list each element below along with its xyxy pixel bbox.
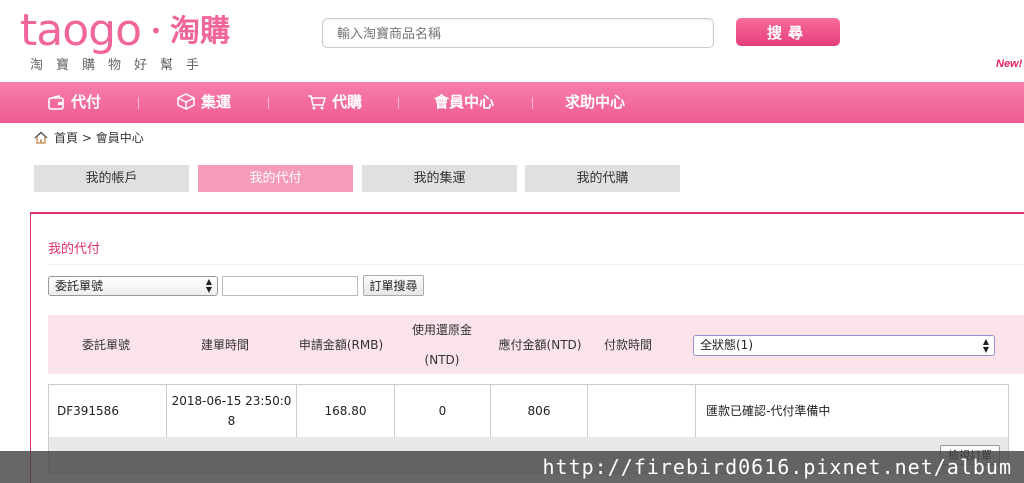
product-search-input[interactable] xyxy=(322,18,714,48)
breadcrumb-separator: > xyxy=(81,131,92,145)
payment-panel: 我的代付 委託單號 ▲ ▼ 訂單搜尋 委託單號 建單時間 申請金額(RMB) 使用… xyxy=(30,212,1024,483)
site-header: taogo • 淘購 淘寶購物好幫手 搜尋 New! xyxy=(0,0,1024,82)
nav-divider xyxy=(532,97,533,109)
tab-my-shipping[interactable]: 我的集運 xyxy=(362,165,517,192)
home-icon xyxy=(34,131,48,144)
nav-item-pay[interactable]: 代付 xyxy=(48,82,101,123)
cart-icon xyxy=(308,95,326,110)
header-payable-ntd: 應付金額(NTD) xyxy=(498,337,582,352)
logo-dot: • xyxy=(150,19,162,43)
header-refund-ntd: 使用還原金 (NTD) xyxy=(396,315,488,374)
breadcrumb: 首頁 > 會員中心 xyxy=(34,130,144,146)
search-button[interactable]: 搜尋 xyxy=(736,18,840,46)
box-icon xyxy=(177,93,195,110)
header-refund-line2: (NTD) xyxy=(424,352,460,367)
cell-created-time: 2018-06-15 23:50:0 8 xyxy=(167,385,297,437)
header-order-no: 委託單號 xyxy=(81,337,130,352)
table-row: DF391586 2018-06-15 23:50:0 8 168.80 0 8… xyxy=(48,384,1009,438)
search-field-value: 委託單號 xyxy=(55,279,104,293)
site-logo[interactable]: taogo • 淘購 淘寶購物好幫手 xyxy=(20,6,250,76)
cell-order-no[interactable]: DF391586 xyxy=(49,385,167,437)
nav-item-shipping[interactable]: 集運 xyxy=(177,82,231,123)
nav-label-purchase: 代購 xyxy=(332,93,363,111)
cell-created-line2: 8 xyxy=(227,414,236,428)
header-refund-line1: 使用還原金 xyxy=(411,322,472,337)
new-badge: New! xyxy=(996,58,1023,70)
cell-refund-ntd: 0 xyxy=(395,385,491,437)
cell-created-line1: 2018-06-15 23:50:0 xyxy=(171,394,292,408)
watermark-text: http://firebird0616.pixnet.net/album xyxy=(542,455,1012,479)
panel-divider xyxy=(48,264,1024,265)
cell-payable-ntd: 806 xyxy=(491,385,588,437)
breadcrumb-current: 會員中心 xyxy=(95,131,144,145)
header-amount-rmb: 申請金額(RMB) xyxy=(298,337,384,352)
nav-label-help-center: 求助中心 xyxy=(565,93,626,111)
select-arrows-icon: ▲ ▼ xyxy=(205,277,212,294)
nav-label-member-center: 會員中心 xyxy=(434,93,495,111)
header-paid-time: 付款時間 xyxy=(603,337,652,352)
logo-tagline: 淘寶購物好幫手 xyxy=(30,58,213,73)
wallet-icon xyxy=(48,94,64,110)
panel-title: 我的代付 xyxy=(48,242,101,257)
tab-my-payment[interactable]: 我的代付 xyxy=(198,165,353,192)
nav-divider xyxy=(268,97,269,109)
order-search-button[interactable]: 訂單搜尋 xyxy=(363,275,424,296)
nav-label-shipping: 集運 xyxy=(201,93,232,111)
nav-item-help-center[interactable]: 求助中心 xyxy=(565,82,625,123)
status-filter-value: 全狀態(1) xyxy=(700,338,753,352)
tab-my-purchase[interactable]: 我的代購 xyxy=(525,165,680,192)
nav-divider xyxy=(138,97,139,109)
nav-item-member-center[interactable]: 會員中心 xyxy=(434,82,494,123)
cell-amount-rmb: 168.80 xyxy=(297,385,395,437)
breadcrumb-home[interactable]: 首頁 xyxy=(54,131,78,145)
main-nav: 代付 集運 代購 會員中心 求助中心 xyxy=(0,82,1024,123)
select-arrows-icon: ▲ ▼ xyxy=(982,337,989,354)
logo-wordmark: taogo xyxy=(20,5,142,56)
header-created-time: 建單時間 xyxy=(200,337,249,352)
status-filter-select[interactable]: 全狀態(1) ▲ ▼ xyxy=(693,335,995,356)
tab-my-account[interactable]: 我的帳戶 xyxy=(34,165,189,192)
nav-item-purchase[interactable]: 代購 xyxy=(307,82,362,123)
nav-label-pay: 代付 xyxy=(71,93,102,111)
nav-divider xyxy=(398,97,399,109)
search-field-select[interactable]: 委託單號 ▲ ▼ xyxy=(48,276,218,296)
table-header: 委託單號 建單時間 申請金額(RMB) 使用還原金 (NTD) 應付金額(NTD… xyxy=(48,315,1024,374)
order-search-input[interactable] xyxy=(222,276,358,296)
logo-chinese: 淘購 xyxy=(170,14,230,49)
cell-paid-time xyxy=(588,385,696,437)
cell-status: 匯款已確認-代付準備中 xyxy=(706,404,831,418)
